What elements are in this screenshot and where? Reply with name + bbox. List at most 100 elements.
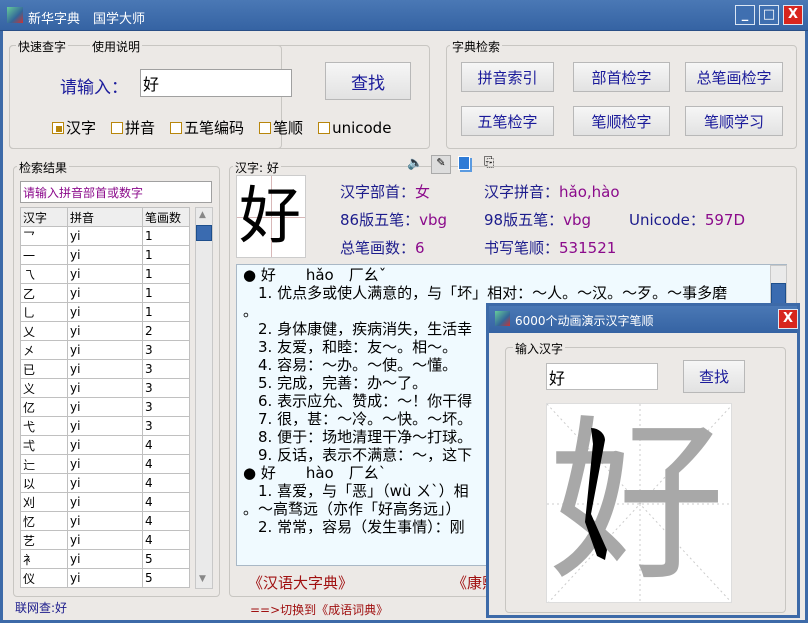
app-icon — [7, 7, 23, 23]
table-cell: 艺 — [20, 530, 68, 550]
table-row[interactable]: 乛 yi 1 — [20, 226, 190, 246]
hanyu-dazidian-link[interactable]: 《汉语大字典》 — [248, 572, 353, 593]
input-label: 请输入： — [60, 78, 128, 98]
wubi-lookup-button[interactable]: 五笔检字 — [461, 106, 554, 136]
info-wubi86: 86版五笔：vbg — [340, 211, 448, 229]
close-button[interactable]: X — [783, 5, 803, 25]
table-cell: 3 — [142, 397, 190, 417]
checkbox[interactable] — [259, 121, 272, 134]
minimize-button[interactable]: _ — [735, 5, 755, 25]
stroke-count-lookup-button[interactable]: 总笔画检字 — [685, 62, 783, 92]
table-cell: 4 — [142, 454, 190, 474]
speaker-icon[interactable]: 🔈 — [407, 156, 423, 171]
copy-icon[interactable] — [458, 156, 470, 170]
column-header[interactable]: 汉字 — [20, 207, 68, 227]
scroll-up-icon[interactable]: ▲ — [199, 210, 206, 220]
current-stroke — [585, 428, 607, 560]
table-cell: 1 — [142, 283, 190, 303]
search-mode-options: 汉字 拼音 五笔编码 笔顺 unicode — [52, 117, 391, 138]
tab-quick-search[interactable]: 快速查字 — [16, 38, 69, 55]
table-cell: 义 — [20, 378, 68, 398]
table-cell: 3 — [142, 359, 190, 379]
edit-icon[interactable]: ✎ — [431, 155, 451, 174]
results-filter-input[interactable] — [20, 181, 212, 203]
table-cell: 弋 — [20, 416, 68, 436]
checkbox[interactable] — [52, 121, 64, 134]
table-row[interactable]: 乂 yi 2 — [20, 321, 190, 341]
table-row[interactable]: 弌 yi 4 — [20, 435, 190, 455]
table-row[interactable]: 已 yi 3 — [20, 359, 190, 379]
option-stroke-order[interactable]: 笔顺 — [259, 117, 303, 138]
dialog-title: 6000个动画演示汉字笔顺 — [515, 314, 654, 328]
table-row[interactable]: 以 yi 4 — [20, 473, 190, 493]
character-glyph: 好 — [239, 179, 302, 252]
table-row[interactable]: 乙 yi 1 — [20, 283, 190, 303]
table-row[interactable]: 仪 yi 5 — [20, 568, 190, 588]
online-lookup-link[interactable]: 联网查:好 — [15, 599, 67, 616]
window-title: 新华字典 国学大师 — [28, 12, 146, 27]
table-cell: 1 — [142, 264, 190, 284]
scroll-thumb[interactable] — [196, 225, 212, 241]
table-cell: 3 — [142, 378, 190, 398]
table-cell: 3 — [142, 340, 190, 360]
table-cell: yi — [67, 435, 143, 455]
scroll-down-icon[interactable]: ▼ — [199, 574, 206, 584]
dialog-char-input[interactable] — [546, 363, 658, 390]
column-header[interactable]: 拼音 — [67, 207, 143, 227]
table-cell: yi — [67, 378, 143, 398]
table-row[interactable]: 乁 yi 1 — [20, 264, 190, 284]
option-wubi[interactable]: 五笔编码 — [170, 117, 244, 138]
table-cell: 㐅 — [20, 340, 68, 360]
maximize-button[interactable]: □ — [759, 5, 779, 25]
column-header[interactable]: 笔画数 — [142, 207, 190, 227]
table-row[interactable]: 忆 yi 4 — [20, 511, 190, 531]
table-cell: 乙 — [20, 283, 68, 303]
input-group-title: 输入汉字 — [513, 340, 566, 357]
table-row[interactable]: 衤 yi 5 — [20, 549, 190, 569]
table-cell: yi — [67, 568, 143, 588]
table-row[interactable]: 辷 yi 4 — [20, 454, 190, 474]
results-table: 汉字 拼音 笔画数 乛 yi 1 一 yi 1 乁 yi 1 乙 yi 1 乚 yi 1 乂 yi 2 㐅 yi 3 已 yi 3… — [20, 207, 190, 588]
info-stroke-count: 总笔画数：6 — [340, 239, 425, 257]
dialog-search-button[interactable]: 查找 — [683, 360, 745, 393]
table-cell: 3 — [142, 416, 190, 436]
table-row[interactable]: 艺 yi 4 — [20, 530, 190, 550]
results-scrollbar[interactable]: ▲ ▼ — [195, 207, 213, 589]
table-row[interactable]: 乚 yi 1 — [20, 302, 190, 322]
option-unicode[interactable]: unicode — [318, 117, 391, 138]
stroke-order-lookup-button[interactable]: 笔顺检字 — [573, 106, 670, 136]
dialog-close-button[interactable]: X — [778, 309, 798, 329]
table-cell: 忆 — [20, 511, 68, 531]
table-cell: yi — [67, 454, 143, 474]
option-label: 汉字 — [66, 119, 97, 137]
radical-lookup-button[interactable]: 部首检字 — [573, 62, 670, 92]
option-hanzi[interactable]: 汉字 — [52, 117, 96, 138]
stroke-order-learn-button[interactable]: 笔顺学习 — [685, 106, 783, 136]
info-stroke-order: 书写笔顺：531521 — [484, 239, 617, 257]
definition-line: ● 好 hǎo 厂幺ˇ — [243, 266, 387, 284]
table-cell: 1 — [142, 245, 190, 265]
tab-usage-guide[interactable]: 使用说明 — [90, 38, 143, 55]
table-cell: yi — [67, 264, 143, 284]
table-cell: 1 — [142, 302, 190, 322]
table-cell: yi — [67, 302, 143, 322]
table-row[interactable]: 亿 yi 3 — [20, 397, 190, 417]
checkbox[interactable] — [170, 121, 183, 134]
checkbox[interactable] — [318, 121, 331, 134]
switch-idiom-dictionary-link[interactable]: ==>切换到《成语词典》 — [250, 601, 388, 618]
table-cell: yi — [67, 359, 143, 379]
table-row[interactable]: 一 yi 1 — [20, 245, 190, 265]
table-row[interactable]: 弋 yi 3 — [20, 416, 190, 436]
paste-icon[interactable]: ⎘ — [484, 155, 494, 170]
table-row[interactable]: 㐅 yi 3 — [20, 340, 190, 360]
table-cell: 以 — [20, 473, 68, 493]
app-icon — [495, 311, 510, 326]
option-pinyin[interactable]: 拼音 — [111, 117, 155, 138]
table-cell: 乚 — [20, 302, 68, 322]
search-button[interactable]: 查找 — [325, 62, 411, 100]
search-input[interactable] — [140, 69, 292, 97]
pinyin-index-button[interactable]: 拼音索引 — [461, 62, 554, 92]
table-row[interactable]: 义 yi 3 — [20, 378, 190, 398]
checkbox[interactable] — [111, 121, 124, 134]
table-row[interactable]: 刈 yi 4 — [20, 492, 190, 512]
